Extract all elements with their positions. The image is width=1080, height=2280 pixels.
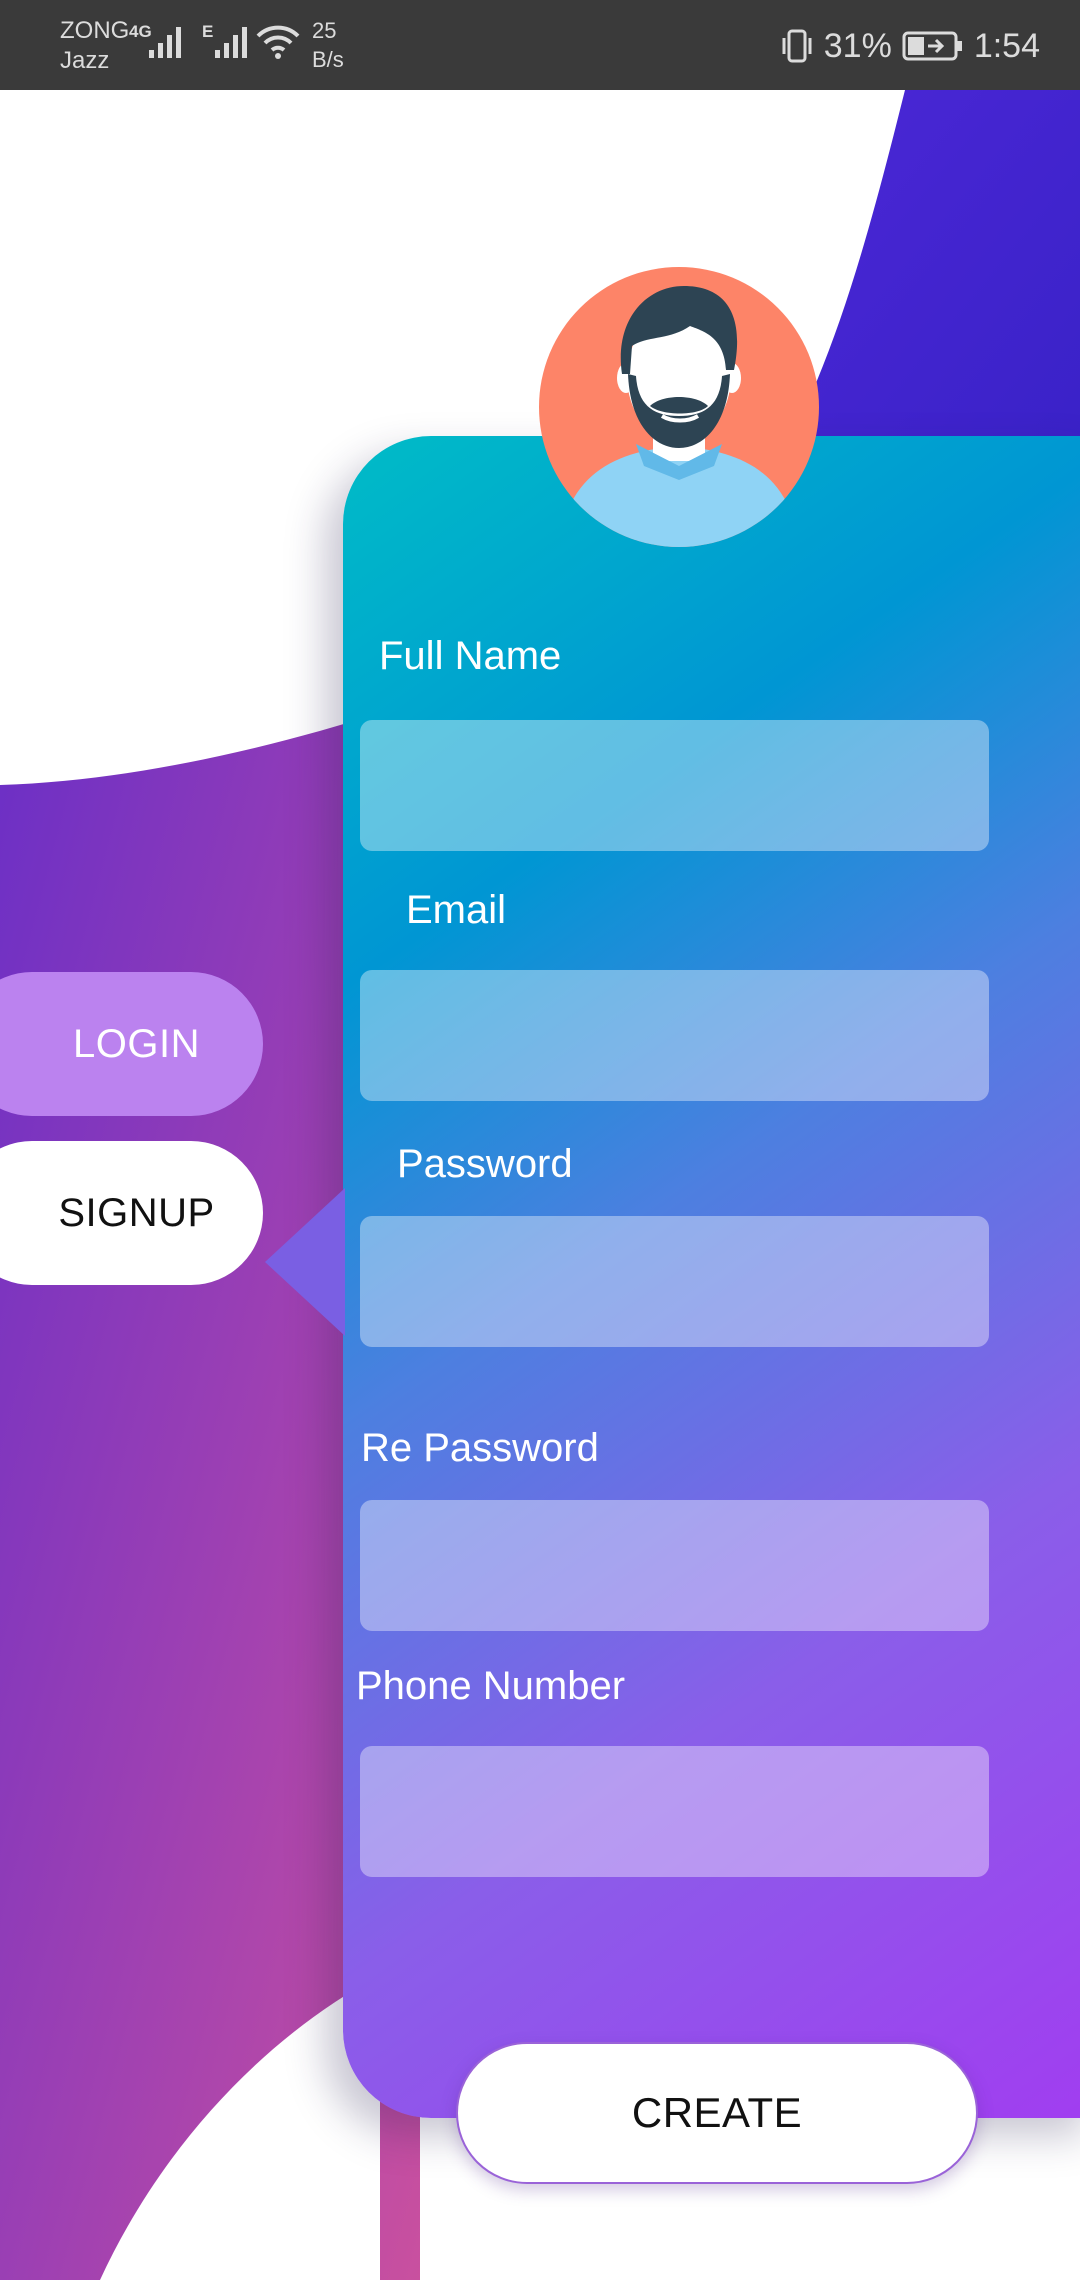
phone-input[interactable] xyxy=(360,1746,989,1877)
battery-percent: 31% xyxy=(823,26,892,65)
password-label: Password xyxy=(397,1142,573,1186)
avatar xyxy=(539,267,819,547)
battery-icon xyxy=(902,31,962,61)
carrier-info: ZONG Jazz xyxy=(60,16,129,76)
email-input[interactable] xyxy=(360,970,989,1101)
signup-card: Full Name Email Password Re Password Pho… xyxy=(343,436,1080,2118)
tab-login[interactable]: LOGIN xyxy=(0,972,263,1116)
signal-icon-2 xyxy=(215,27,247,58)
active-tab-pointer xyxy=(265,1188,345,1336)
password-input[interactable] xyxy=(360,1216,989,1347)
status-bar: ZONG Jazz 4G E 25 B/s 31% 1:54 xyxy=(0,0,1080,90)
status-right: 31% 1:54 xyxy=(780,22,1040,70)
full-name-input[interactable] xyxy=(360,720,989,851)
email-label: Email xyxy=(406,888,507,932)
data-speed: 25 B/s xyxy=(312,16,344,74)
re-password-input[interactable] xyxy=(360,1500,989,1631)
re-password-label: Re Password xyxy=(361,1426,599,1470)
speed-value: 25 xyxy=(312,18,337,43)
clock: 1:54 xyxy=(973,26,1040,65)
speed-unit: B/s xyxy=(312,47,344,72)
tab-signup[interactable]: SIGNUP xyxy=(0,1141,263,1285)
create-button[interactable]: CREATE xyxy=(456,2042,978,2184)
wifi-icon xyxy=(256,25,300,59)
signal-icon xyxy=(149,27,181,58)
full-name-label: Full Name xyxy=(379,634,562,678)
network-type-2: E xyxy=(202,22,214,41)
vibrate-icon xyxy=(782,29,812,63)
phone-label: Phone Number xyxy=(356,1664,626,1708)
carrier-1: ZONG xyxy=(60,17,130,44)
carrier-2: Jazz xyxy=(60,47,110,74)
